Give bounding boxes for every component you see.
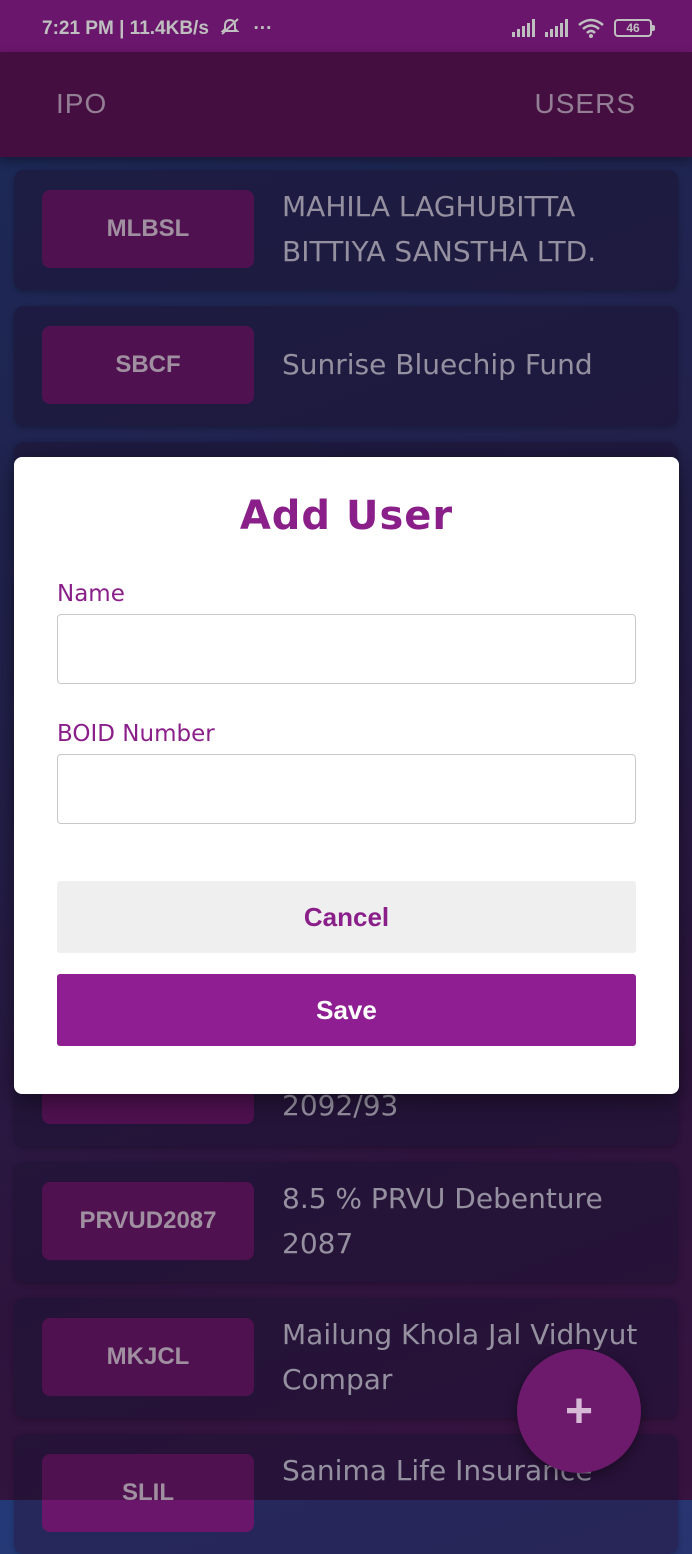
save-button[interactable]: Save (57, 974, 636, 1046)
boid-label: BOID Number (57, 721, 215, 747)
add-user-dialog: Add User Name BOID Number Cancel Save (14, 457, 679, 1094)
plus-icon: + (564, 1384, 594, 1438)
dialog-title: Add User (239, 493, 454, 539)
add-fab-button[interactable]: + (517, 1349, 641, 1473)
boid-number-input[interactable] (57, 754, 636, 824)
name-input[interactable] (57, 614, 636, 684)
name-label: Name (57, 581, 125, 607)
cancel-button[interactable]: Cancel (57, 881, 636, 953)
